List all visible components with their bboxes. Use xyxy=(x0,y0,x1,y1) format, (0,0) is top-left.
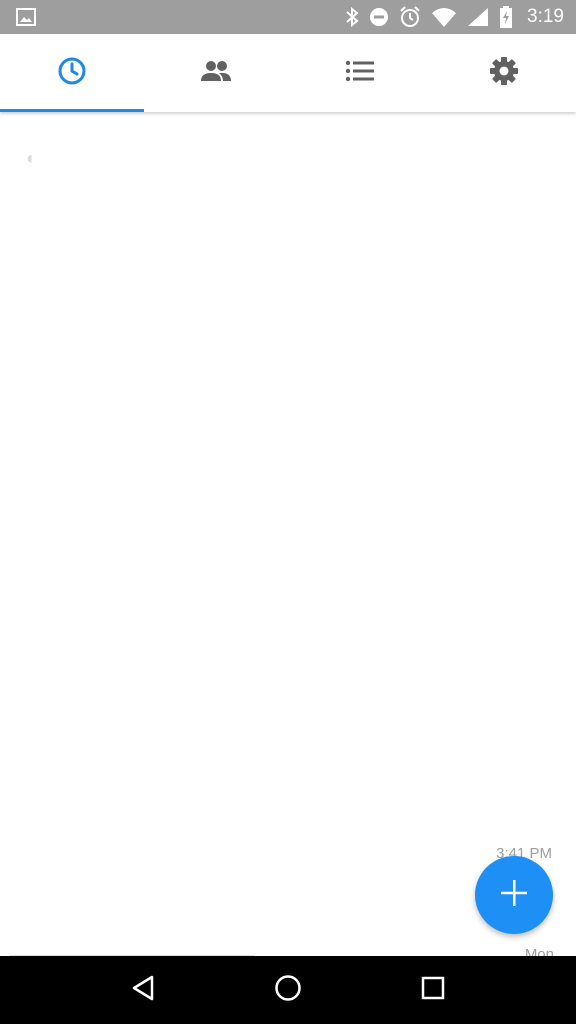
tab-contacts[interactable] xyxy=(144,34,288,112)
loading-placeholder: ◖ xyxy=(24,148,35,168)
add-button[interactable] xyxy=(475,856,553,934)
tab-bar xyxy=(0,34,576,112)
image-icon xyxy=(16,8,36,26)
plus-icon xyxy=(498,877,530,914)
wifi-icon xyxy=(431,7,457,27)
tab-lists[interactable] xyxy=(288,34,432,112)
bluetooth-icon xyxy=(345,7,359,27)
do-not-disturb-icon xyxy=(369,7,389,27)
status-bar: 3:19 xyxy=(0,0,576,34)
tab-recents[interactable] xyxy=(0,34,144,112)
tab-settings[interactable] xyxy=(432,34,576,112)
home-button[interactable] xyxy=(258,960,318,1020)
recents-list: ◖ 3:41 PM Mon xyxy=(0,112,576,963)
recents-button[interactable] xyxy=(403,960,463,1020)
recents-icon xyxy=(420,975,446,1006)
status-time: 3:19 xyxy=(527,6,564,27)
active-tab-indicator xyxy=(0,109,144,112)
signal-icon xyxy=(467,7,489,27)
home-icon xyxy=(274,974,302,1007)
gear-icon xyxy=(489,56,519,91)
app-screen: 3:19 ◖ 3:41 PM Mon xyxy=(0,0,576,1024)
alarm-icon xyxy=(399,6,421,28)
back-icon xyxy=(130,974,156,1007)
battery-charging-icon xyxy=(499,6,513,28)
system-nav-bar xyxy=(0,956,576,1024)
clock-icon xyxy=(57,56,87,91)
back-button[interactable] xyxy=(113,960,173,1020)
people-icon xyxy=(200,59,232,88)
list-icon xyxy=(345,59,375,88)
